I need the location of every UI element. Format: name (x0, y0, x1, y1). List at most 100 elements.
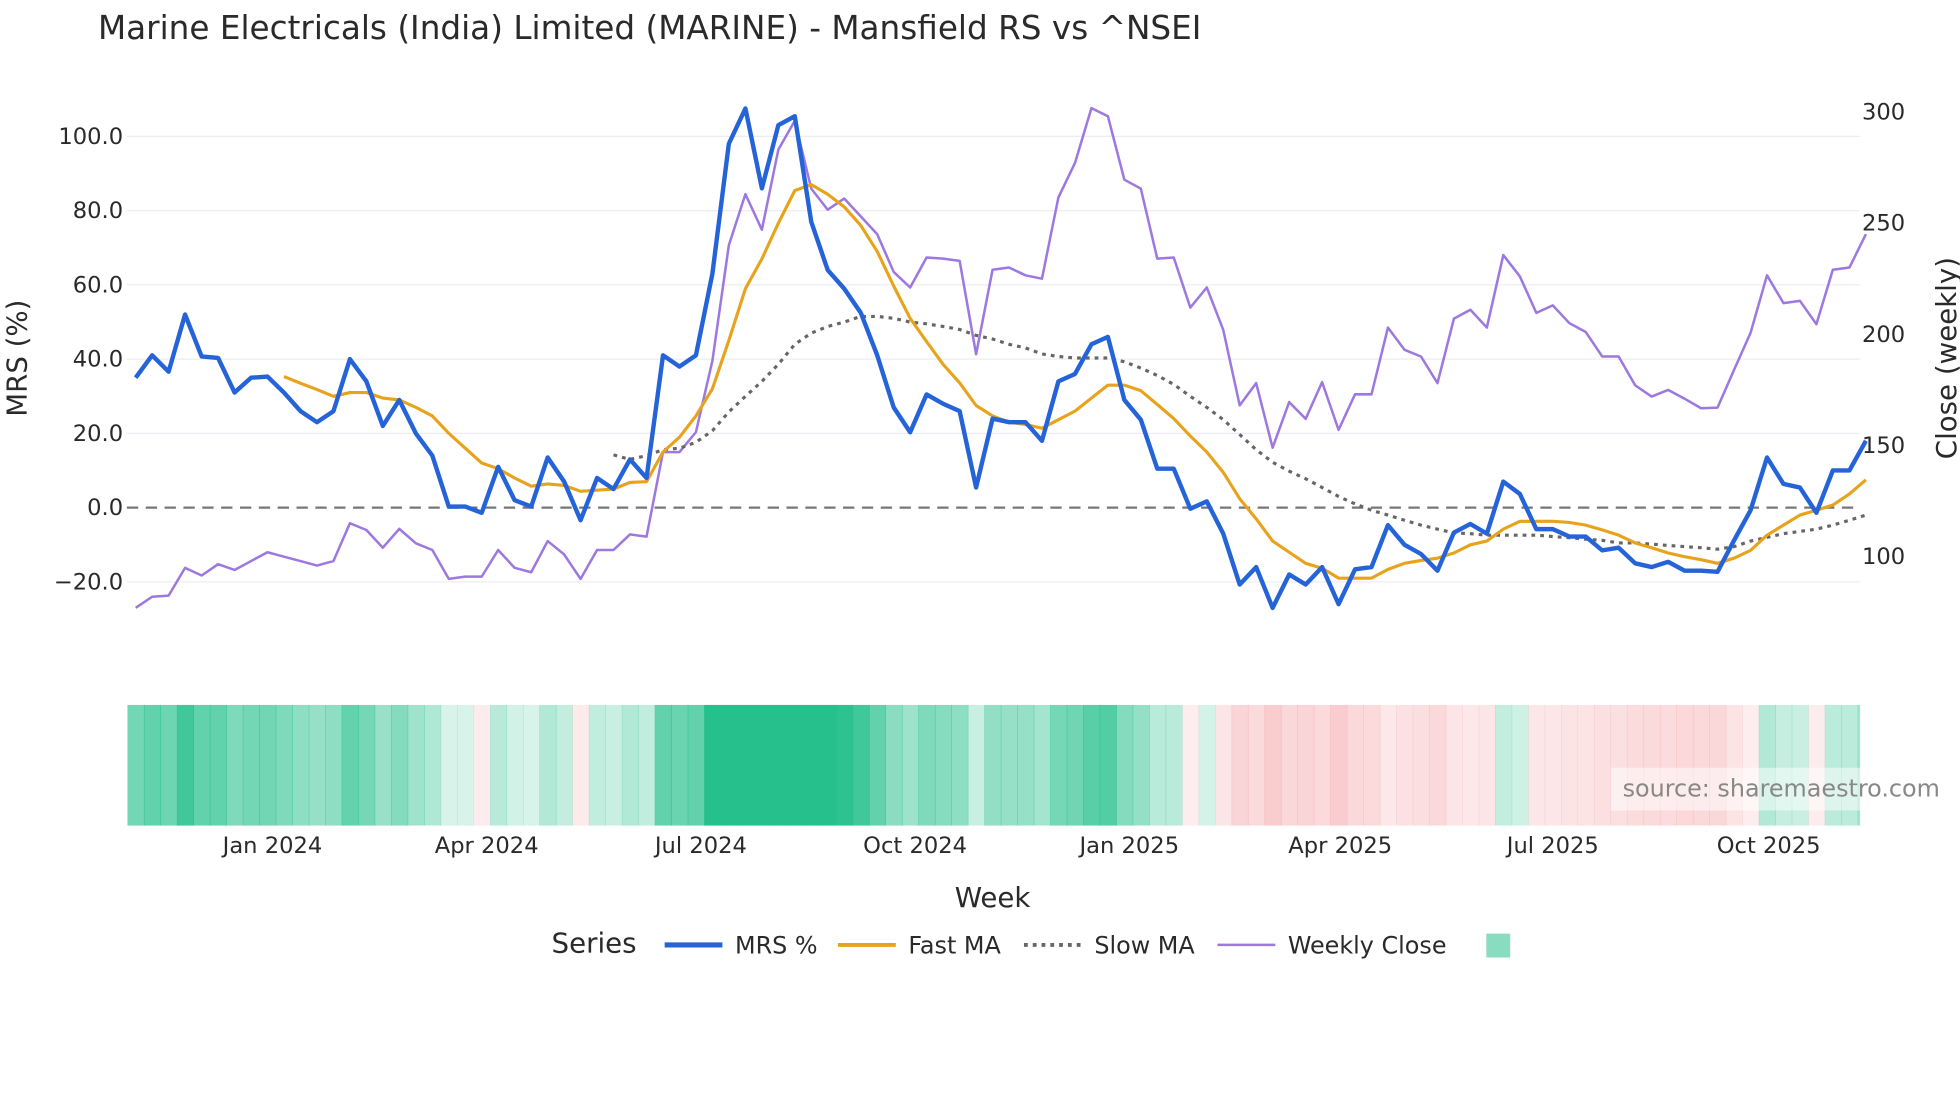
heatmap-cell (638, 704, 656, 826)
heatmap-cell (687, 704, 705, 826)
heatmap-cell (1083, 704, 1101, 826)
heatmap-cell (852, 704, 870, 826)
heatmap-cell (1396, 704, 1414, 826)
heatmap-cell (753, 704, 771, 826)
heatmap-cell (1511, 704, 1529, 826)
heatmap-cell (671, 704, 689, 826)
heatmap-cell (885, 704, 903, 826)
legend-heatmap-swatch (1486, 933, 1511, 958)
heatmap-cell (770, 704, 788, 826)
heatmap-cell (1066, 704, 1084, 826)
heatmap-cell (572, 704, 590, 826)
heatmap-cell (1247, 704, 1266, 826)
heatmap-cell (737, 704, 755, 826)
heatmap-cell (1412, 704, 1430, 826)
legend-title: Series (552, 926, 637, 959)
heatmap-cell (1099, 704, 1117, 826)
heatmap-cell (1132, 704, 1150, 826)
heatmap-cell (1214, 704, 1233, 826)
y-tick-label: 20.0 (73, 421, 123, 447)
heatmap-cell (325, 704, 343, 826)
x-tick-label: Apr 2024 (435, 833, 539, 859)
heatmap-cell (522, 704, 541, 826)
heatmap-cell (275, 704, 293, 826)
heatmap-cell (704, 704, 722, 826)
heatmap-cell (1313, 704, 1331, 826)
y2-tick-label: 250 (1862, 211, 1905, 237)
heatmap-cell (160, 704, 178, 826)
heatmap-cell (143, 704, 162, 826)
x-axis-title: Week (955, 881, 1031, 914)
heatmap-cell (605, 704, 623, 826)
y-tick-label: −20.0 (54, 569, 123, 595)
x-tick-label: Jul 2024 (653, 833, 747, 859)
heatmap-cell (374, 704, 392, 826)
heatmap-cell (193, 704, 211, 826)
heatmap-cell (473, 704, 491, 826)
heatmap-cell (555, 704, 573, 826)
heatmap-cell (259, 704, 277, 826)
x-tick-label: Jan 2024 (221, 833, 323, 859)
y-tick-label: 0.0 (87, 495, 123, 521)
y-axis-title: MRS (%) (0, 300, 33, 417)
heatmap-cell (1198, 704, 1216, 826)
heatmap-cell (1593, 704, 1612, 826)
legend-label: Fast MA (908, 932, 1001, 960)
heatmap-cell (176, 704, 194, 826)
heatmap-cell (1528, 704, 1546, 826)
heatmap-cell (1544, 704, 1562, 826)
heatmap-cell (621, 704, 639, 826)
y2-axis-title: Close (weekly) (1930, 257, 1960, 459)
heatmap-cell (918, 704, 936, 826)
y2-tick-label: 100 (1862, 544, 1905, 570)
heatmap-cell (440, 704, 458, 826)
heatmap-cell (835, 704, 854, 826)
x-tick-label: Jul 2025 (1505, 833, 1599, 859)
y2-axis-ticks: 100 150 200 250 300 (1862, 99, 1905, 570)
heatmap-cell (242, 704, 260, 826)
x-tick-label: Oct 2025 (1717, 833, 1821, 859)
heatmap-cell (588, 704, 606, 826)
heatmap-cell (1445, 704, 1463, 826)
gridlines (126, 135, 1860, 583)
heatmap-cell (209, 704, 227, 826)
heatmap-cell (1297, 704, 1315, 826)
heatmap-cell (358, 704, 376, 826)
heatmap-cell (967, 704, 985, 826)
heatmap-cell (1577, 704, 1595, 826)
y-tick-label: 40.0 (73, 347, 123, 373)
heatmap-cell (819, 704, 837, 826)
series-lines (126, 106, 1868, 611)
heatmap-cell (1017, 704, 1035, 826)
heatmap-cell (1033, 704, 1051, 826)
heatmap-cell (1346, 704, 1364, 826)
x-tick-label: Oct 2024 (863, 833, 967, 859)
chart-title: Marine Electricals (India) Limited (MARI… (98, 9, 1201, 47)
x-tick-label: Jan 2025 (1078, 833, 1180, 859)
y2-tick-label: 200 (1862, 322, 1905, 348)
heatmap-strip (126, 704, 1861, 826)
heatmap-cell (1165, 704, 1183, 826)
heatmap-cell (868, 704, 887, 826)
heatmap-cell (489, 704, 508, 826)
heatmap-cell (1231, 704, 1249, 826)
heatmap-cell (292, 704, 310, 826)
heatmap-cell (901, 704, 920, 826)
y2-tick-label: 150 (1862, 433, 1905, 459)
heatmap-cell (1462, 704, 1480, 826)
heatmap-cell (951, 704, 969, 826)
y-tick-label: 80.0 (73, 198, 123, 224)
heatmap-cell (1495, 704, 1513, 826)
legend-label: Slow MA (1094, 932, 1195, 960)
heatmap-cell (1000, 704, 1018, 826)
y-tick-label: 100.0 (58, 124, 123, 150)
source-note: source: sharemaestro.com (1623, 775, 1940, 803)
heatmap-cell (226, 704, 244, 826)
heatmap-cell (308, 704, 326, 826)
legend-label: Weekly Close (1288, 932, 1447, 960)
heatmap-cell (127, 704, 145, 826)
legend: Series MRS % Fast MA Slow MA Weekly Close (552, 926, 1511, 960)
heatmap-cell (984, 704, 1002, 826)
heatmap-cell (1330, 704, 1348, 826)
legend-label: MRS % (735, 932, 818, 960)
